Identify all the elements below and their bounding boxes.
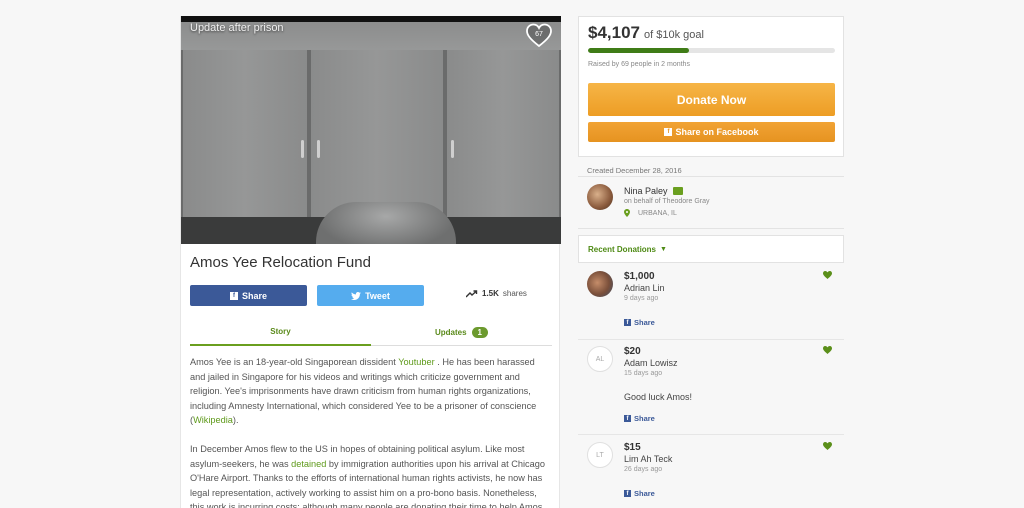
tab-updates-label: Updates [434, 328, 467, 337]
envelope-icon[interactable] [672, 187, 683, 195]
tab-updates[interactable]: Updates 1 [371, 319, 552, 346]
divider [578, 228, 844, 229]
progress-fill [588, 48, 690, 53]
donation-share-button[interactable]: f Share [624, 489, 655, 498]
donor-name: Adrian Lin [624, 283, 665, 293]
donate-now-button[interactable]: Donate Now [588, 83, 835, 116]
story-text-run: Amos Yee is an 18-year-old Singaporean d… [190, 357, 399, 367]
share-count-value: 1.5K [482, 289, 499, 298]
donor-avatar: LT [587, 442, 613, 468]
facebook-icon: f [229, 291, 238, 300]
story-text-run: ). [232, 415, 239, 426]
story-tabs: Story Updates 1 [190, 319, 552, 346]
campaign-video[interactable]: Update after prison 67 [181, 16, 561, 244]
donation-share-label: Share [634, 489, 655, 498]
divider [578, 176, 844, 177]
donation-time: 15 days ago [624, 370, 663, 377]
donor-name: Lim Ah Teck [624, 454, 673, 464]
donation-time: 9 days ago [624, 295, 659, 302]
share-on-facebook-label: Share on Facebook [675, 127, 759, 137]
organizer-name-text: Nina Paley [624, 186, 668, 196]
created-date: Created December 28, 2016 [587, 166, 682, 175]
share-count-label: shares [502, 289, 527, 298]
video-frame [181, 22, 561, 244]
facebook-icon: f [624, 490, 631, 497]
donation-share-button[interactable]: f Share [624, 414, 655, 423]
story-text: Amos Yee is an 18-year-old Singaporean d… [190, 355, 552, 508]
progress-bar [588, 48, 835, 53]
campaign-title: Amos Yee Relocation Fund [190, 254, 371, 271]
donation-message: Good luck Amos! [624, 392, 693, 402]
share-count: 1.5K shares [466, 289, 527, 298]
organizer-location: URBANA, IL [624, 209, 677, 217]
youtuber-link[interactable]: Youtuber [398, 357, 434, 367]
location-pin-icon [624, 209, 630, 217]
donor-name: Adam Lowisz [624, 358, 678, 368]
heart-icon[interactable] [823, 442, 832, 450]
story-paragraph: Amos Yee is an 18-year-old Singaporean d… [190, 355, 552, 428]
campaign-card: Update after prison 67 Amos Yee Relocati… [180, 16, 561, 508]
donate-card: $4,107 of $10k goal Raised by 69 people … [578, 16, 844, 157]
divider [578, 434, 844, 435]
facebook-icon: f [624, 415, 631, 422]
donation-time: 26 days ago [624, 466, 663, 473]
raised-amount: $4,107 [588, 23, 640, 42]
donation-item: LT $15 Lim Ah Teck 26 days ago f Share [587, 442, 832, 502]
raised-summary: $4,107 of $10k goal [588, 23, 704, 43]
raised-goal: of $10k goal [644, 29, 704, 41]
story-text-run: . He has been harassed and jailed in Sin… [190, 357, 537, 426]
video-title: Update after prison [190, 22, 284, 34]
heart-like-button[interactable]: 67 [526, 23, 552, 49]
donation-item: AL $20 Adam Lowisz 15 days ago Good luck… [587, 346, 832, 432]
donor-avatar: AL [587, 346, 613, 372]
recent-donations-label: Recent Donations [588, 244, 657, 254]
donation-amount: $1,000 [624, 271, 655, 282]
recent-donations-dropdown[interactable]: Recent Donations ▼ [578, 235, 844, 263]
organizer-behalf: on behalf of Theodore Gray [624, 198, 710, 205]
twitter-icon [351, 291, 362, 300]
facebook-icon: f [624, 319, 631, 326]
heart-icon[interactable] [823, 346, 832, 354]
location-text: URBANA, IL [638, 209, 677, 217]
facebook-icon: f [664, 128, 673, 136]
trending-up-icon [466, 289, 478, 297]
donation-share-label: Share [634, 318, 655, 327]
donation-share-button[interactable]: f Share [624, 318, 655, 327]
donation-amount: $20 [624, 346, 641, 357]
share-on-facebook-button[interactable]: f Share on Facebook [588, 122, 835, 142]
donation-item: $1,000 Adrian Lin 9 days ago f Share [587, 271, 832, 337]
donation-amount: $15 [624, 442, 641, 453]
facebook-share-label: Share [241, 290, 267, 301]
donor-avatar [587, 271, 613, 297]
tab-story[interactable]: Story [190, 319, 371, 346]
story-paragraph: In December Amos flew to the US in hopes… [190, 442, 552, 508]
divider [578, 339, 844, 340]
tweet-label: Tweet [365, 290, 390, 301]
twitter-share-button[interactable]: Tweet [317, 285, 424, 306]
caret-down-icon: ▼ [660, 245, 667, 253]
raised-subtitle: Raised by 69 people in 2 months [588, 61, 690, 68]
organizer-name[interactable]: Nina Paley [624, 186, 683, 196]
updates-count-badge: 1 [471, 327, 488, 338]
like-count: 67 [535, 31, 543, 38]
heart-icon[interactable] [823, 271, 832, 279]
tab-story-label: Story [270, 327, 291, 336]
donation-share-label: Share [634, 414, 655, 423]
detained-link[interactable]: detained [291, 459, 326, 469]
facebook-share-button[interactable]: f Share [190, 285, 307, 306]
wikipedia-link[interactable]: Wikipedia [193, 415, 233, 425]
organizer-avatar[interactable] [587, 184, 613, 210]
